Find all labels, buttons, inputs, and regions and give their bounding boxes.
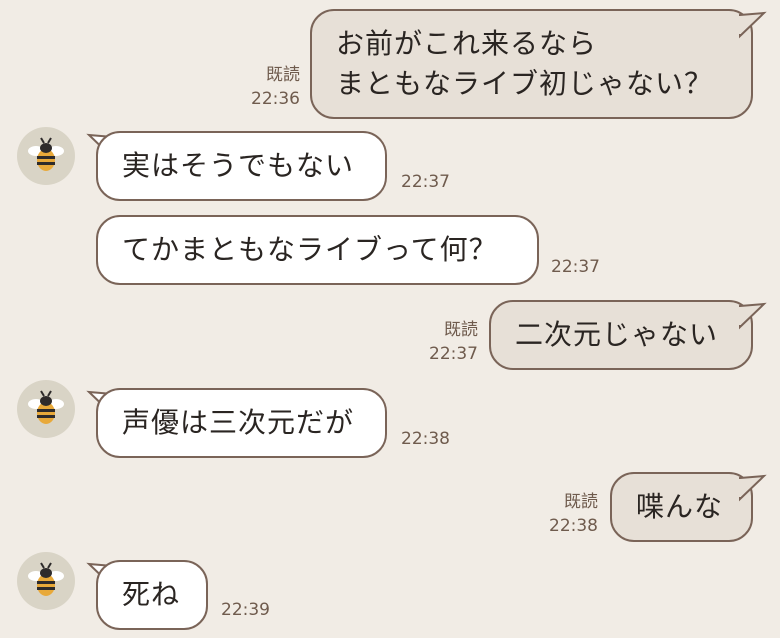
timestamp: 22:38 <box>549 516 598 536</box>
timestamp: 22:38 <box>401 429 450 449</box>
chat-bubble[interactable]: 実はそうでもない <box>96 131 387 201</box>
bubble-tail <box>738 11 767 39</box>
message-text: 喋んな <box>636 490 724 523</box>
message-meta: 既読 22:36 <box>251 63 300 111</box>
message-text-line: まともなライブ初じゃない？ <box>336 67 714 100</box>
chat-bubble[interactable]: 二次元じゃない <box>489 300 753 370</box>
chat-bubble[interactable]: てかまともなライブって何？ <box>96 215 539 285</box>
read-receipt: 既読 <box>444 320 478 340</box>
timestamp: 22:37 <box>551 257 600 277</box>
bee-icon <box>28 137 64 171</box>
bubble-tail <box>738 474 767 502</box>
message-text: 二次元じゃない <box>515 318 719 351</box>
message-text: てかまともなライブって何？ <box>122 233 498 266</box>
chat-bubble[interactable]: 声優は三次元だが <box>96 388 387 458</box>
avatar[interactable] <box>17 127 75 185</box>
timestamp: 22:37 <box>401 172 450 192</box>
message-text: 死ね <box>122 578 181 611</box>
read-receipt: 既読 <box>564 492 598 512</box>
timestamp: 22:36 <box>251 89 300 109</box>
read-receipt: 既読 <box>266 65 300 85</box>
avatar[interactable] <box>17 380 75 438</box>
message-text: 実はそうでもない <box>122 149 355 182</box>
bubble-tail <box>738 302 767 330</box>
message-text-line: お前がこれ来るなら <box>336 27 598 60</box>
bee-icon <box>28 562 64 596</box>
chat-bubble[interactable]: お前がこれ来るなら まともなライブ初じゃない？ <box>310 9 753 119</box>
bee-icon <box>28 390 64 424</box>
avatar[interactable] <box>17 552 75 610</box>
message-meta: 既読 22:37 <box>429 318 478 366</box>
message-text: 声優は三次元だが <box>122 406 355 439</box>
message-meta: 既読 22:38 <box>549 490 598 538</box>
timestamp: 22:39 <box>221 600 270 620</box>
timestamp: 22:37 <box>429 344 478 364</box>
chat-bubble[interactable]: 喋んな <box>610 472 753 542</box>
chat-bubble[interactable]: 死ね <box>96 560 208 630</box>
